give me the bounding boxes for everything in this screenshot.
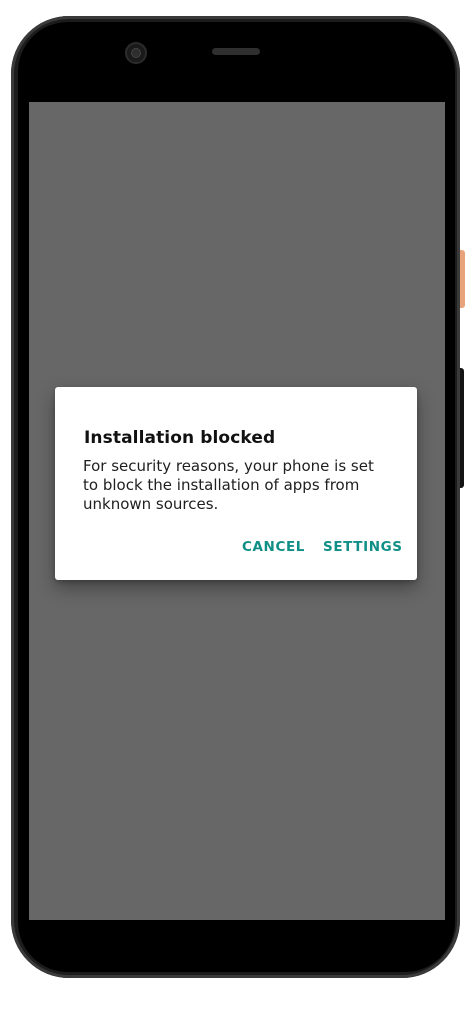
dialog-message: For security reasons, your phone is set …	[83, 457, 374, 513]
dialog-actions: CANCEL SETTINGS	[55, 539, 417, 559]
earpiece-speaker-icon	[212, 48, 260, 55]
status-bar	[29, 75, 445, 102]
front-camera-icon	[125, 42, 147, 64]
cancel-button[interactable]: CANCEL	[242, 539, 305, 555]
settings-button[interactable]: SETTINGS	[323, 539, 403, 555]
navigation-bar	[29, 920, 445, 950]
dialog-title: Installation blocked	[84, 428, 276, 448]
phone-mockup: Installation blocked For security reason…	[0, 0, 474, 1023]
installation-blocked-dialog: Installation blocked For security reason…	[55, 387, 417, 580]
